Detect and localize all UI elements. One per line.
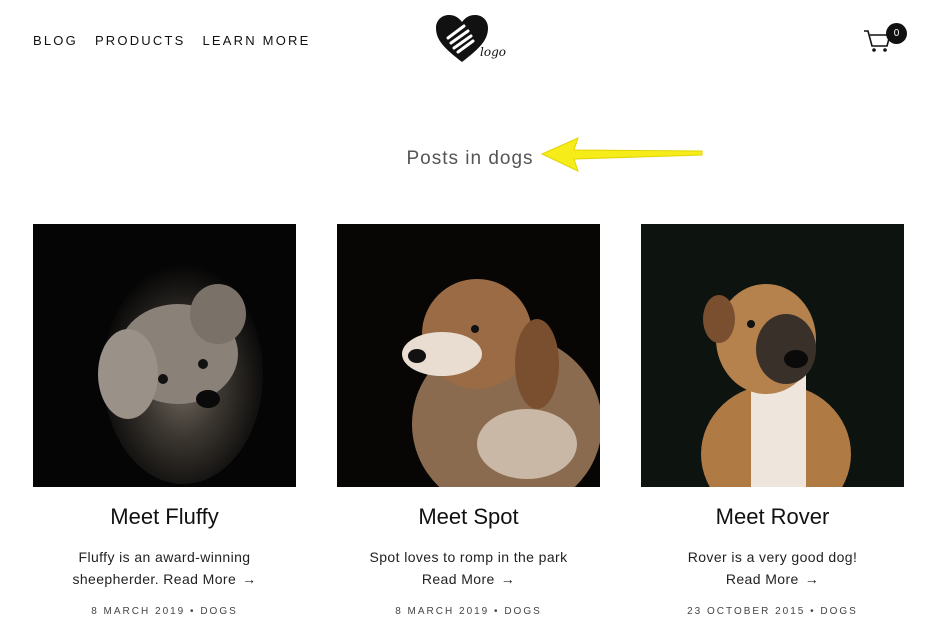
arrow-right-icon: → [804,571,820,587]
post-title[interactable]: Meet Spot [337,504,600,530]
main-nav: BLOG PRODUCTS LEARN MORE [33,33,310,48]
annotation-arrow-icon [540,137,703,172]
post-meta: 8 MARCH 2019 • DOGS [337,606,600,617]
logo-text: logo [480,45,506,59]
meta-separator: • [190,606,196,617]
read-more-label[interactable]: Read More [726,571,799,587]
post-meta: 8 MARCH 2019 • DOGS [33,606,296,617]
read-more-link[interactable]: Read More → [726,571,819,587]
post-category-link[interactable]: DOGS [820,606,857,617]
page-title: Posts in dogs [406,148,534,169]
post-image[interactable] [337,224,600,487]
read-more-label[interactable]: Read More [422,571,495,587]
post-meta: 23 OCTOBER 2015 • DOGS [641,606,904,617]
read-more-label[interactable]: Read More [163,571,236,587]
post-date: 8 MARCH 2019 [91,606,186,617]
post-date: 8 MARCH 2019 [395,606,490,617]
post-category-link[interactable]: DOGS [504,606,541,617]
post-card: Meet Rover Rover is a very good dog! Rea… [641,224,904,617]
arrow-right-icon: → [500,571,516,587]
arrow-right-icon: → [242,571,257,587]
nav-learn-more-link[interactable]: LEARN MORE [203,33,311,48]
post-image[interactable] [33,224,296,487]
post-category-link[interactable]: DOGS [200,606,237,617]
read-more-link[interactable]: Read More → [163,571,256,587]
post-excerpt: Spot loves to romp in the park Read More… [359,546,579,590]
read-more-link[interactable]: Read More → [422,571,515,587]
nav-products-link[interactable]: PRODUCTS [95,33,186,48]
posts-grid: Meet Fluffy Fluffy is an award-winning s… [33,224,904,634]
post-excerpt-text: Spot loves to romp in the park [369,549,568,565]
post-excerpt-text: Rover is a very good dog! [687,549,858,565]
post-title[interactable]: Meet Rover [641,504,904,530]
site-logo[interactable]: logo [434,14,506,68]
post-image[interactable] [641,224,904,487]
post-date: 23 OCTOBER 2015 [687,606,806,617]
meta-separator: • [810,606,816,617]
nav-blog-link[interactable]: BLOG [33,33,78,48]
post-title[interactable]: Meet Fluffy [33,504,296,530]
cart-count-badge: 0 [886,23,907,44]
post-excerpt: Rover is a very good dog! Read More → [663,546,883,590]
cart-button[interactable]: 0 [862,22,908,56]
meta-separator: • [494,606,500,617]
post-excerpt: Fluffy is an award-winning sheepherder. … [55,546,275,590]
post-card: Meet Spot Spot loves to romp in the park… [337,224,600,617]
post-card: Meet Fluffy Fluffy is an award-winning s… [33,224,296,617]
